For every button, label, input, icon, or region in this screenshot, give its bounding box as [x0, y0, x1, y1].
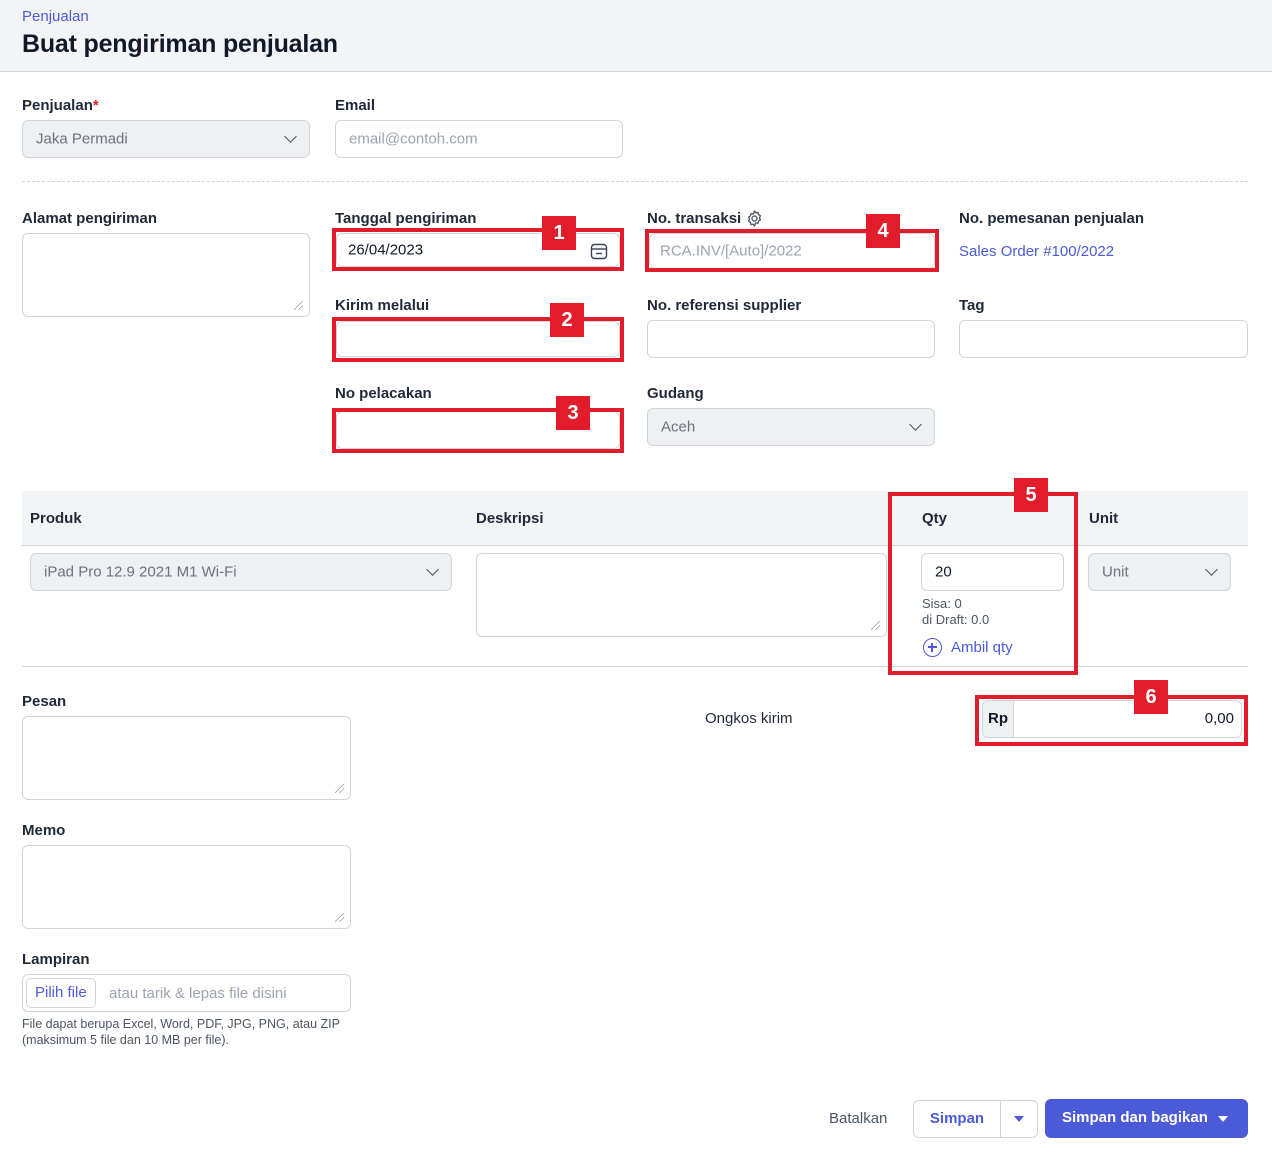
annotation-badge-2: 2 — [550, 303, 584, 337]
save-button-group: Simpan — [913, 1100, 1038, 1138]
unit-select[interactable]: Unit — [1088, 553, 1231, 591]
pilih-file-button[interactable]: Pilih file — [26, 978, 96, 1008]
deskripsi-textarea[interactable] — [476, 553, 887, 637]
pesan-label: Pesan — [22, 693, 67, 710]
tag-label: Tag — [959, 297, 985, 314]
save-dropdown-button[interactable] — [1001, 1101, 1038, 1137]
annotation-badge-6: 6 — [1134, 680, 1168, 714]
chevron-down-icon — [284, 130, 297, 143]
annotation-badge-5: 5 — [1014, 478, 1048, 512]
file-dropzone[interactable]: Pilih file atau tarik & lepas file disin… — [22, 974, 351, 1012]
annotation-box-1 — [332, 228, 624, 271]
email-label: Email — [335, 97, 376, 114]
breadcrumb[interactable]: Penjualan — [22, 8, 89, 25]
dropzone-placeholder: atau tarik & lepas file disini — [109, 985, 287, 1002]
gudang-label: Gudang — [647, 385, 704, 402]
penjualan-select[interactable]: Jaka Permadi — [22, 120, 310, 158]
unit-value: Unit — [1102, 563, 1129, 581]
page-header: Penjualan Buat pengiriman penjualan — [0, 0, 1272, 72]
email-placeholder: email@contoh.com — [349, 130, 478, 148]
gudang-value: Aceh — [661, 418, 696, 436]
no-pemesanan-label: No. pemesanan penjualan — [959, 210, 1145, 227]
no-ref-supplier-field[interactable] — [647, 320, 935, 358]
caret-down-icon[interactable] — [1218, 1116, 1228, 1122]
no-transaksi-label: No. transaksi — [647, 210, 742, 227]
annotation-badge-1: 1 — [542, 216, 576, 250]
lampiran-help-1: File dapat berupa Excel, Word, PDF, JPG,… — [22, 1017, 340, 1031]
column-header-produk: Produk — [30, 510, 82, 527]
no-ref-supplier-label: No. referensi supplier — [647, 297, 802, 314]
tanggal-label: Tanggal pengiriman — [335, 210, 477, 227]
penjualan-value: Jaka Permadi — [36, 130, 128, 148]
page-title: Buat pengiriman penjualan — [22, 30, 338, 58]
chevron-down-icon — [909, 418, 922, 431]
lampiran-help-2: (maksimum 5 file dan 10 MB per file). — [22, 1033, 230, 1047]
sales-order-link[interactable]: Sales Order #100/2022 — [959, 243, 1114, 260]
cancel-button[interactable]: Batalkan — [829, 1110, 887, 1127]
column-header-deskripsi: Deskripsi — [476, 510, 544, 527]
gear-icon[interactable] — [745, 209, 764, 228]
lampiran-label: Lampiran — [22, 951, 90, 968]
email-field[interactable]: email@contoh.com — [335, 120, 623, 158]
ongkos-kirim-label: Ongkos kirim — [705, 710, 793, 727]
save-share-button[interactable]: Simpan dan bagikan — [1045, 1099, 1248, 1138]
produk-select[interactable]: iPad Pro 12.9 2021 M1 Wi-Fi — [30, 553, 452, 591]
memo-textarea[interactable] — [22, 845, 351, 929]
save-button[interactable]: Simpan — [914, 1101, 1000, 1137]
chevron-down-icon — [1205, 563, 1218, 576]
chevron-down-icon — [426, 563, 439, 576]
produk-value: iPad Pro 12.9 2021 M1 Wi-Fi — [44, 563, 237, 581]
resize-handle-icon[interactable] — [335, 913, 344, 922]
resize-handle-icon[interactable] — [335, 784, 344, 793]
alamat-textarea[interactable] — [22, 233, 310, 317]
memo-label: Memo — [22, 822, 66, 839]
section-divider — [22, 181, 1248, 182]
save-share-label: Simpan dan bagikan — [1062, 1109, 1208, 1126]
annotation-badge-4: 4 — [866, 214, 900, 248]
kirim-melalui-label: Kirim melalui — [335, 297, 430, 314]
annotation-box-5 — [888, 492, 1078, 675]
tag-field[interactable] — [959, 320, 1248, 358]
annotation-badge-3: 3 — [556, 396, 590, 430]
column-header-unit: Unit — [1089, 510, 1119, 527]
resize-handle-icon[interactable] — [294, 301, 303, 310]
no-pelacakan-label: No pelacakan — [335, 385, 432, 402]
pesan-textarea[interactable] — [22, 716, 351, 800]
penjualan-label: Penjualan* — [22, 97, 99, 114]
gudang-select[interactable]: Aceh — [647, 408, 935, 446]
resize-handle-icon[interactable] — [871, 621, 880, 630]
annotation-box-6 — [975, 695, 1248, 746]
caret-down-icon — [1014, 1116, 1024, 1122]
alamat-label: Alamat pengiriman — [22, 210, 158, 227]
